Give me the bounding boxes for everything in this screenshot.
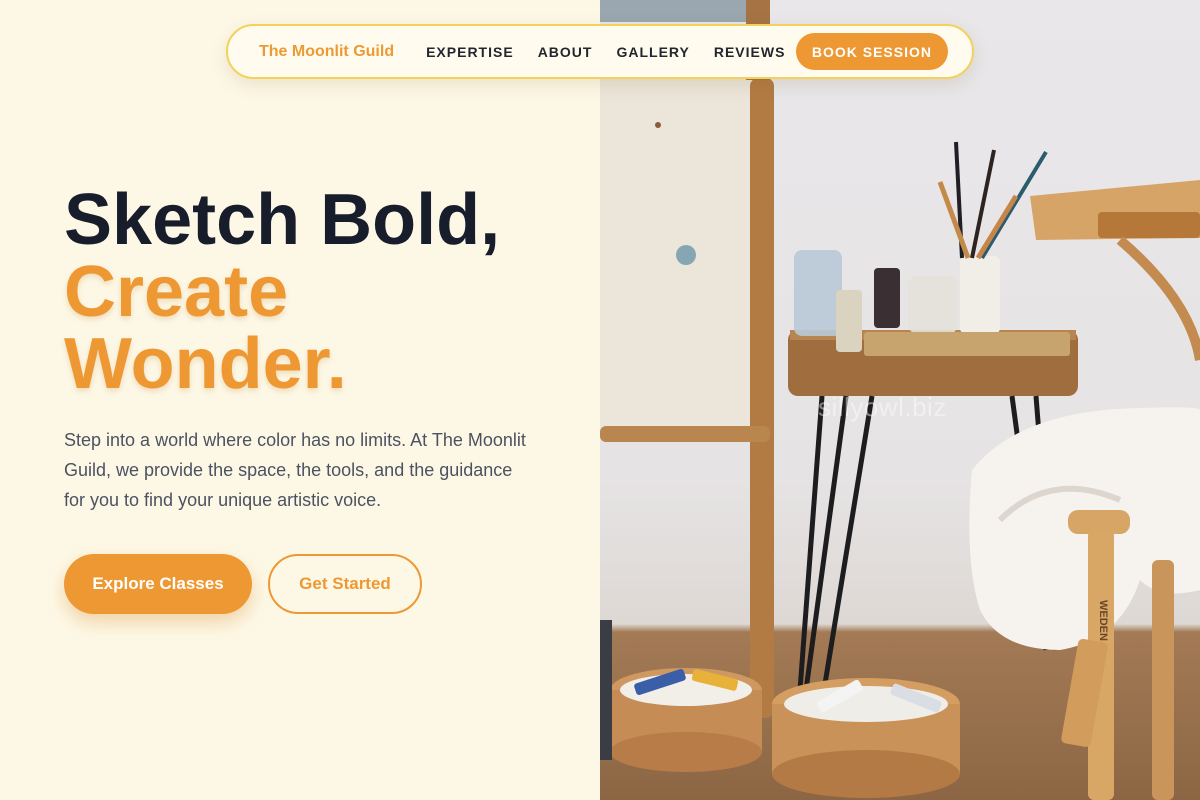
- nav-link-about[interactable]: ABOUT: [538, 44, 593, 60]
- nav-link-gallery[interactable]: GALLERY: [616, 44, 689, 60]
- nav-link-reviews[interactable]: REVIEWS: [714, 44, 786, 60]
- hero-title: Sketch Bold, Create Wonder.: [64, 184, 584, 400]
- explore-classes-button[interactable]: Explore Classes: [64, 554, 252, 614]
- hero-title-line3: Wonder.: [64, 324, 347, 404]
- hero-title-line1: Sketch Bold,: [64, 180, 501, 260]
- hero-photo: WEDEN sillyowl.biz: [600, 0, 1200, 800]
- hero-title-line2: Create: [64, 252, 289, 332]
- nav-link-expertise[interactable]: EXPERTISE: [426, 44, 514, 60]
- main-navigation: The Moonlit Guild EXPERTISE ABOUT GALLER…: [226, 24, 974, 79]
- brand-logo[interactable]: The Moonlit Guild: [259, 43, 394, 61]
- watermark-text: sillyowl.biz: [818, 392, 947, 422]
- hero-description: Step into a world where color has no lim…: [64, 430, 526, 510]
- get-started-button[interactable]: Get Started: [268, 554, 422, 614]
- nav-links: EXPERTISE ABOUT GALLERY REVIEWS: [426, 44, 785, 60]
- stool-label: WEDEN: [1097, 600, 1109, 641]
- book-session-button[interactable]: BOOK SESSION: [795, 33, 948, 70]
